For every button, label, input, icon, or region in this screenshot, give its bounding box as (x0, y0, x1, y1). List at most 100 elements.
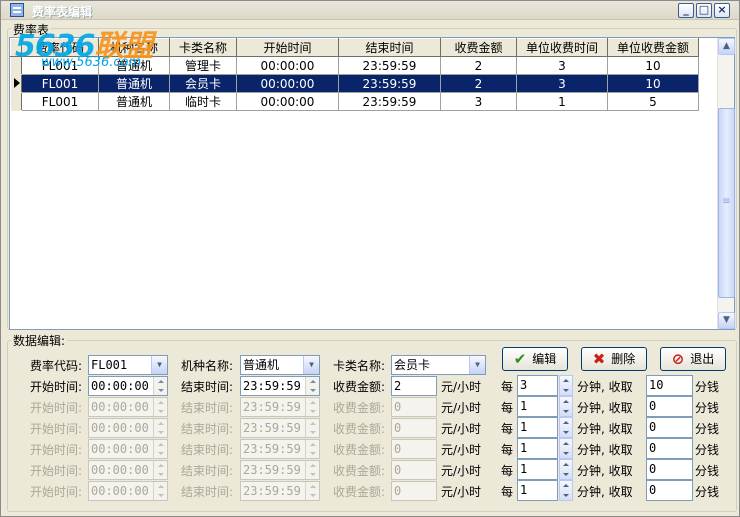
scroll-up-button[interactable]: ▲ (718, 38, 735, 55)
table-cell[interactable]: 5 (607, 92, 699, 111)
machine-type-combobox[interactable]: 普通机 ▼ (240, 355, 320, 375)
minutes-updown[interactable] (559, 375, 573, 396)
charge-amount-input[interactable]: 10 (646, 375, 693, 396)
minutes-input[interactable]: 1 (517, 417, 558, 438)
close-button[interactable]: × (714, 3, 730, 18)
delete-button[interactable]: ✖ 删除 (581, 347, 647, 371)
charge-amount-input[interactable]: 0 (646, 459, 693, 480)
minutes-updown[interactable] (559, 417, 573, 438)
end-time-input[interactable]: 23:59:59 (240, 481, 320, 501)
table-cell[interactable]: 00:00:00 (236, 92, 339, 111)
time-spinner[interactable] (305, 377, 319, 395)
time-spinner[interactable] (153, 398, 167, 416)
table-cell[interactable]: 管理卡 (169, 56, 237, 75)
time-spinner[interactable] (305, 482, 319, 500)
time-spinner[interactable] (153, 440, 167, 458)
table-cell[interactable]: 10 (607, 56, 699, 75)
time-spinner[interactable] (153, 419, 167, 437)
start-time-input[interactable]: 00:00:00 (88, 418, 168, 438)
table-cell[interactable]: 会员卡 (169, 74, 237, 93)
table-cell[interactable]: 23:59:59 (338, 56, 441, 75)
column-header[interactable]: 开始时间 (236, 38, 339, 57)
end-time-input[interactable]: 23:59:59 (240, 460, 320, 480)
charge-amount-input[interactable]: 0 (646, 396, 693, 417)
card-type-combobox[interactable]: 会员卡 ▼ (391, 355, 486, 375)
rate-code-combobox[interactable]: FL001 ▼ (88, 355, 168, 375)
scroll-thumb[interactable]: ≡ (718, 108, 735, 298)
start-time-input[interactable]: 00:00:00 (88, 397, 168, 417)
chevron-down-icon[interactable]: ▼ (303, 356, 319, 374)
table-cell[interactable]: 2 (440, 56, 517, 75)
chevron-down-icon[interactable]: ▼ (469, 356, 485, 374)
start-time-input[interactable]: 00:00:00 (88, 481, 168, 501)
scroll-down-button[interactable]: ▼ (718, 312, 735, 329)
end-time-input[interactable]: 23:59:59 (240, 376, 320, 396)
end-time-input[interactable]: 23:59:59 (240, 439, 320, 459)
time-spinner[interactable] (305, 440, 319, 458)
table-row-selected[interactable]: FL001 普通机 会员卡 00:00:00 23:59:59 2 3 10 (10, 74, 699, 93)
fee-amount-input[interactable]: 0 (391, 481, 437, 501)
table-cell[interactable]: 23:59:59 (338, 92, 441, 111)
title-bar[interactable]: 费率表编辑 _ □ × (1, 1, 739, 20)
minutes-updown[interactable] (559, 438, 573, 459)
table-cell[interactable]: 1 (516, 92, 608, 111)
end-time-input[interactable]: 23:59:59 (240, 397, 320, 417)
charge-amount-input[interactable]: 0 (646, 417, 693, 438)
minutes-input[interactable]: 1 (517, 480, 558, 501)
table-cell[interactable]: 10 (607, 74, 699, 93)
minutes-input[interactable]: 1 (517, 438, 558, 459)
time-spinner[interactable] (153, 461, 167, 479)
minutes-updown[interactable] (559, 396, 573, 417)
rate-table-grid[interactable]: 费率代码 机种名称 卡类名称 开始时间 结束时间 收费金额 单位收费时间 单位收… (9, 37, 735, 330)
charge-amount-input[interactable]: 0 (646, 438, 693, 459)
chevron-down-icon[interactable]: ▼ (151, 356, 167, 374)
column-header[interactable]: 结束时间 (338, 38, 441, 57)
table-cell[interactable]: FL001 (21, 92, 99, 111)
edit-button[interactable]: ✔ 编辑 (502, 347, 568, 371)
table-cell[interactable]: 2 (440, 74, 517, 93)
column-header[interactable]: 单位收费金额 (607, 38, 699, 57)
minutes-updown[interactable] (559, 459, 573, 480)
fee-amount-input[interactable]: 2 (391, 376, 437, 396)
time-spinner[interactable] (153, 377, 167, 395)
minutes-input[interactable]: 1 (517, 459, 558, 480)
table-cell[interactable]: 3 (516, 74, 608, 93)
maximize-button[interactable]: □ (696, 3, 712, 18)
column-header[interactable]: 单位收费时间 (516, 38, 608, 57)
table-cell[interactable]: 00:00:00 (236, 74, 339, 93)
row-indicator[interactable] (10, 92, 22, 111)
start-time-input[interactable]: 00:00:00 (88, 376, 168, 396)
minimize-button[interactable]: _ (678, 3, 694, 18)
table-cell[interactable]: 23:59:59 (338, 74, 441, 93)
grid-vertical-scrollbar[interactable]: ▲ ≡ ▼ (717, 38, 735, 329)
minutes-input[interactable]: 3 (517, 375, 558, 396)
start-time-value: 00:00:00 (91, 400, 149, 414)
table-cell[interactable]: 普通机 (98, 74, 170, 93)
time-spinner[interactable] (305, 419, 319, 437)
start-time-input[interactable]: 00:00:00 (88, 439, 168, 459)
exit-button[interactable]: ⊘ 退出 (660, 347, 726, 371)
table-cell[interactable]: FL001 (21, 74, 99, 93)
table-cell[interactable]: 3 (516, 56, 608, 75)
table-row[interactable]: FL001 普通机 临时卡 00:00:00 23:59:59 3 1 5 (10, 92, 699, 111)
fee-amount-input[interactable]: 0 (391, 439, 437, 459)
table-cell[interactable]: 3 (440, 92, 517, 111)
start-time-input[interactable]: 00:00:00 (88, 460, 168, 480)
minutes-input[interactable]: 1 (517, 396, 558, 417)
column-header[interactable]: 收费金额 (440, 38, 517, 57)
table-cell[interactable]: 00:00:00 (236, 56, 339, 75)
fee-amount-input[interactable]: 0 (391, 418, 437, 438)
time-spinner[interactable] (153, 482, 167, 500)
x-icon: ✖ (592, 350, 606, 368)
fee-amount-input[interactable]: 0 (391, 397, 437, 417)
time-spinner[interactable] (305, 398, 319, 416)
row-indicator[interactable] (10, 74, 22, 93)
fee-amount-input[interactable]: 0 (391, 460, 437, 480)
table-cell[interactable]: 普通机 (98, 92, 170, 111)
charge-amount-input[interactable]: 0 (646, 480, 693, 501)
minutes-updown[interactable] (559, 480, 573, 501)
table-cell[interactable]: 临时卡 (169, 92, 237, 111)
column-header[interactable]: 卡类名称 (169, 38, 237, 57)
end-time-input[interactable]: 23:59:59 (240, 418, 320, 438)
time-spinner[interactable] (305, 461, 319, 479)
